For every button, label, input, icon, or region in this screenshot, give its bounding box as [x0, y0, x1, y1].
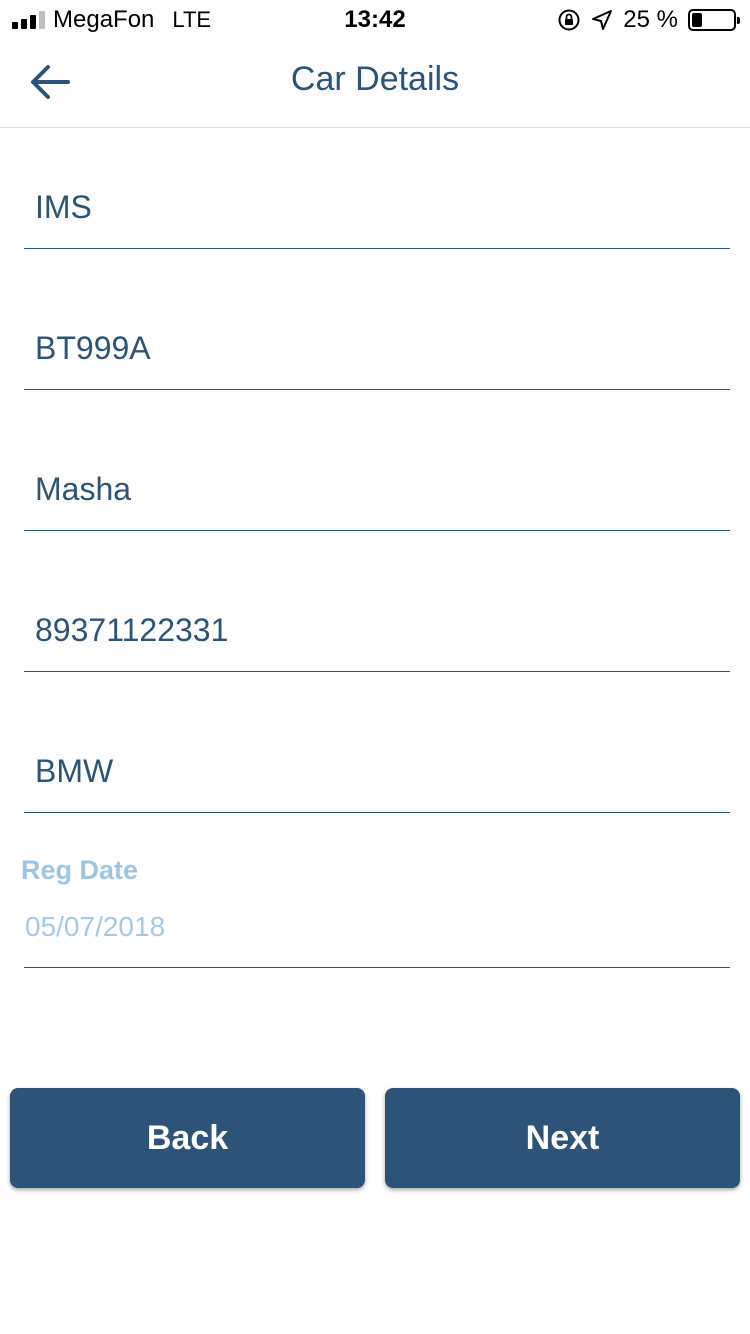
battery-fill	[692, 13, 702, 27]
reg-date-value[interactable]: 05/07/2018	[25, 911, 165, 943]
location-icon	[592, 10, 613, 30]
status-bar: MegaFon LTE 13:42 25 %	[0, 0, 750, 40]
battery-percent: 25 %	[623, 6, 678, 33]
rotation-lock-icon	[558, 9, 580, 31]
company-field[interactable]: IMS	[24, 168, 730, 249]
back-button[interactable]: Back	[10, 1088, 365, 1188]
company-value: IMS	[35, 189, 92, 225]
plate-value: BT999A	[35, 330, 151, 366]
nav-bar: Car Details	[0, 40, 750, 128]
make-field[interactable]: BMW	[24, 732, 730, 813]
owner-value: Masha	[35, 471, 132, 507]
reg-date-label: Reg Date	[21, 855, 139, 885]
owner-field[interactable]: Masha	[24, 450, 730, 531]
plate-field[interactable]: BT999A	[24, 309, 730, 390]
status-right: 25 %	[557, 6, 740, 34]
battery-icon	[688, 9, 740, 31]
next-button[interactable]: Next	[385, 1088, 740, 1188]
make-value: BMW	[35, 753, 114, 789]
page-title: Car Details	[290, 60, 460, 98]
phone-value: 89371122331	[35, 612, 229, 648]
phone-field[interactable]: 89371122331	[24, 591, 730, 672]
